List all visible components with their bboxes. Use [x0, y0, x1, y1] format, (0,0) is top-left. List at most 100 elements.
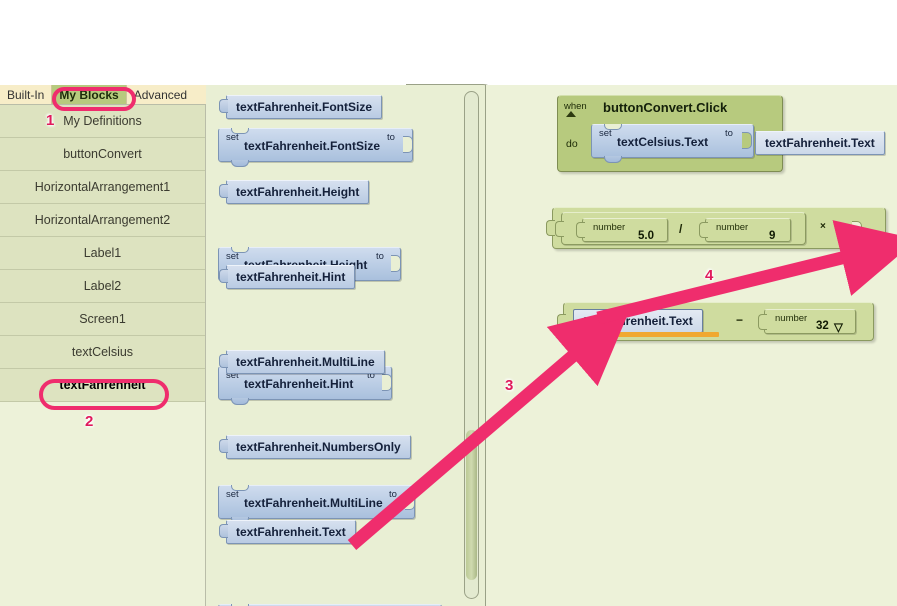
- plug-icon: [546, 220, 555, 236]
- block-getter-hint[interactable]: textFahrenheit.Hint: [219, 265, 356, 289]
- getter-label: textFahrenheit.Text: [573, 309, 703, 333]
- setter-keyword: set: [226, 251, 239, 262]
- block-getter-text[interactable]: textFahrenheit.Text: [219, 520, 356, 544]
- getter-label: textFahrenheit.Text: [755, 131, 885, 155]
- number-value[interactable]: 32: [816, 320, 829, 332]
- drawer-label: textCelsius: [71, 345, 134, 359]
- block-getter-fontsize[interactable]: textFahrenheit.FontSize: [219, 95, 383, 119]
- value-socket[interactable]: [382, 374, 392, 391]
- event-do-label: do: [566, 138, 578, 150]
- marker-1: 1: [46, 112, 55, 129]
- value-socket[interactable]: [403, 136, 413, 153]
- setter-label: textFahrenheit.MultiLine: [244, 496, 383, 510]
- block-getter-textfahrenheit-text-selected[interactable]: textFahrenheit.Text: [573, 309, 703, 333]
- setter-to-label: to: [376, 251, 384, 262]
- notch-bottom-icon: [231, 160, 249, 167]
- plug-icon: [699, 222, 708, 238]
- drawer-buttonconvert[interactable]: buttonConvert: [0, 138, 205, 171]
- marker-4: 4: [705, 267, 714, 284]
- block-getter-numbersonly[interactable]: textFahrenheit.NumbersOnly: [219, 435, 411, 459]
- value-socket[interactable]: [391, 255, 401, 272]
- blocks-workspace[interactable]: when buttonConvert.Click do set textCels…: [486, 85, 897, 606]
- value-socket[interactable]: [405, 493, 415, 510]
- event-title: buttonConvert.Click: [603, 100, 728, 115]
- tab-advanced-label: Advanced: [133, 87, 188, 102]
- plug-icon: [219, 99, 228, 113]
- getter-label: textFahrenheit.MultiLine: [226, 350, 385, 374]
- plug-icon: [576, 222, 585, 238]
- collapse-arrow-icon[interactable]: [566, 111, 576, 117]
- minus-operator: −: [736, 313, 744, 327]
- block-flyout-panel: textFahrenheit.FontSize set textFahrenhe…: [206, 84, 497, 606]
- drawer-label1[interactable]: Label1: [0, 237, 205, 270]
- setter-keyword: set: [226, 489, 239, 500]
- drawer-label: My Definitions: [63, 114, 142, 128]
- block-getter-multiline[interactable]: textFahrenheit.MultiLine: [219, 350, 385, 374]
- block-getter-height[interactable]: textFahrenheit.Height: [219, 180, 370, 204]
- tab-built-in[interactable]: Built-In: [0, 85, 53, 104]
- getter-label: textFahrenheit.Height: [226, 180, 370, 204]
- tab-advanced[interactable]: Advanced: [127, 85, 194, 104]
- blocks-editor-root: Built-In My Blocks Advanced My Definitio…: [0, 84, 897, 606]
- setter-label: textFahrenheit.Hint: [244, 377, 354, 391]
- number-value[interactable]: 5.0: [638, 230, 654, 242]
- drawer-label: HorizontalArrangement1: [34, 180, 171, 194]
- flyout-block-container: textFahrenheit.FontSize set textFahrenhe…: [206, 85, 486, 606]
- plug-icon: [555, 221, 564, 237]
- setter-to-label: to: [725, 128, 733, 139]
- multiply-operator: ×: [820, 221, 826, 232]
- highlight-ring-my-blocks-tab: [52, 87, 136, 111]
- block-divide-expression[interactable]: number 5.0 / number 9: [555, 212, 806, 245]
- block-number-9[interactable]: number 9: [699, 218, 791, 242]
- drawer-label: Screen1: [79, 312, 126, 326]
- drawer-screen1[interactable]: Screen1: [0, 303, 205, 336]
- number-value[interactable]: 9: [769, 230, 775, 242]
- divide-operator: /: [679, 222, 683, 236]
- tab-built-in-label: Built-In: [7, 87, 45, 102]
- block-event-buttonconvert-click[interactable]: when buttonConvert.Click do set textCels…: [557, 95, 885, 172]
- drawer-label: Label1: [83, 246, 122, 260]
- highlight-ring-textfahrenheit-drawer: [39, 379, 169, 410]
- empty-value-socket[interactable]: [852, 221, 862, 238]
- block-subtraction-expression[interactable]: textFahrenheit.Text − number 32 ▽: [557, 302, 874, 341]
- plug-icon: [557, 314, 566, 330]
- value-socket[interactable]: [742, 132, 752, 149]
- drawer-label: buttonConvert: [63, 147, 142, 161]
- getter-label: textFahrenheit.FontSize: [226, 95, 383, 119]
- plug-icon: [219, 354, 228, 368]
- block-multiply-expression[interactable]: number 5.0 / number 9 ×: [546, 207, 886, 249]
- drawer-label2[interactable]: Label2: [0, 270, 205, 303]
- drawer-horizontalarrangement1[interactable]: HorizontalArrangement1: [0, 171, 205, 204]
- block-setter-textcelsius-text[interactable]: set textCelsius.Text to: [591, 124, 754, 163]
- palette-panel: Built-In My Blocks Advanced My Definitio…: [0, 85, 206, 606]
- drawer-horizontalarrangement2[interactable]: HorizontalArrangement2: [0, 204, 205, 237]
- selection-highlight: [573, 332, 719, 337]
- drawer-list: My Definitions buttonConvert HorizontalA…: [0, 105, 205, 402]
- plug-icon: [219, 439, 228, 453]
- drawer-label: HorizontalArrangement2: [34, 213, 171, 227]
- setter-keyword: set: [599, 128, 612, 139]
- setter-keyword: set: [226, 132, 239, 143]
- notch-bottom-icon: [604, 156, 622, 163]
- marker-3: 3: [505, 377, 514, 394]
- drawer-textcelsius[interactable]: textCelsius: [0, 336, 205, 369]
- block-setter-multiline[interactable]: set textFahrenheit.MultiLine to: [218, 485, 415, 524]
- marker-2: 2: [85, 413, 94, 430]
- block-number-5[interactable]: number 5.0: [576, 218, 668, 242]
- plug-icon: [219, 269, 228, 283]
- number-label: number: [593, 222, 626, 233]
- flyout-scrollbar-thumb[interactable]: [466, 430, 477, 580]
- block-number-32[interactable]: number 32 ▽: [758, 309, 856, 334]
- getter-label: textFahrenheit.NumbersOnly: [226, 435, 411, 459]
- setter-to-label: to: [387, 132, 395, 143]
- plug-icon: [758, 314, 767, 330]
- block-setter-fontsize[interactable]: set textFahrenheit.FontSize to: [218, 128, 413, 167]
- number-label: number: [716, 222, 749, 233]
- getter-label: textFahrenheit.Text: [226, 520, 356, 544]
- drawer-label: Label2: [83, 279, 122, 293]
- setter-label: textFahrenheit.FontSize: [244, 139, 381, 153]
- chevron-down-icon[interactable]: ▽: [834, 320, 843, 334]
- block-getter-textfahrenheit-text-plugged[interactable]: textFahrenheit.Text: [755, 131, 885, 155]
- setter-label: textCelsius.Text: [617, 135, 709, 149]
- setter-to-label: to: [389, 489, 397, 500]
